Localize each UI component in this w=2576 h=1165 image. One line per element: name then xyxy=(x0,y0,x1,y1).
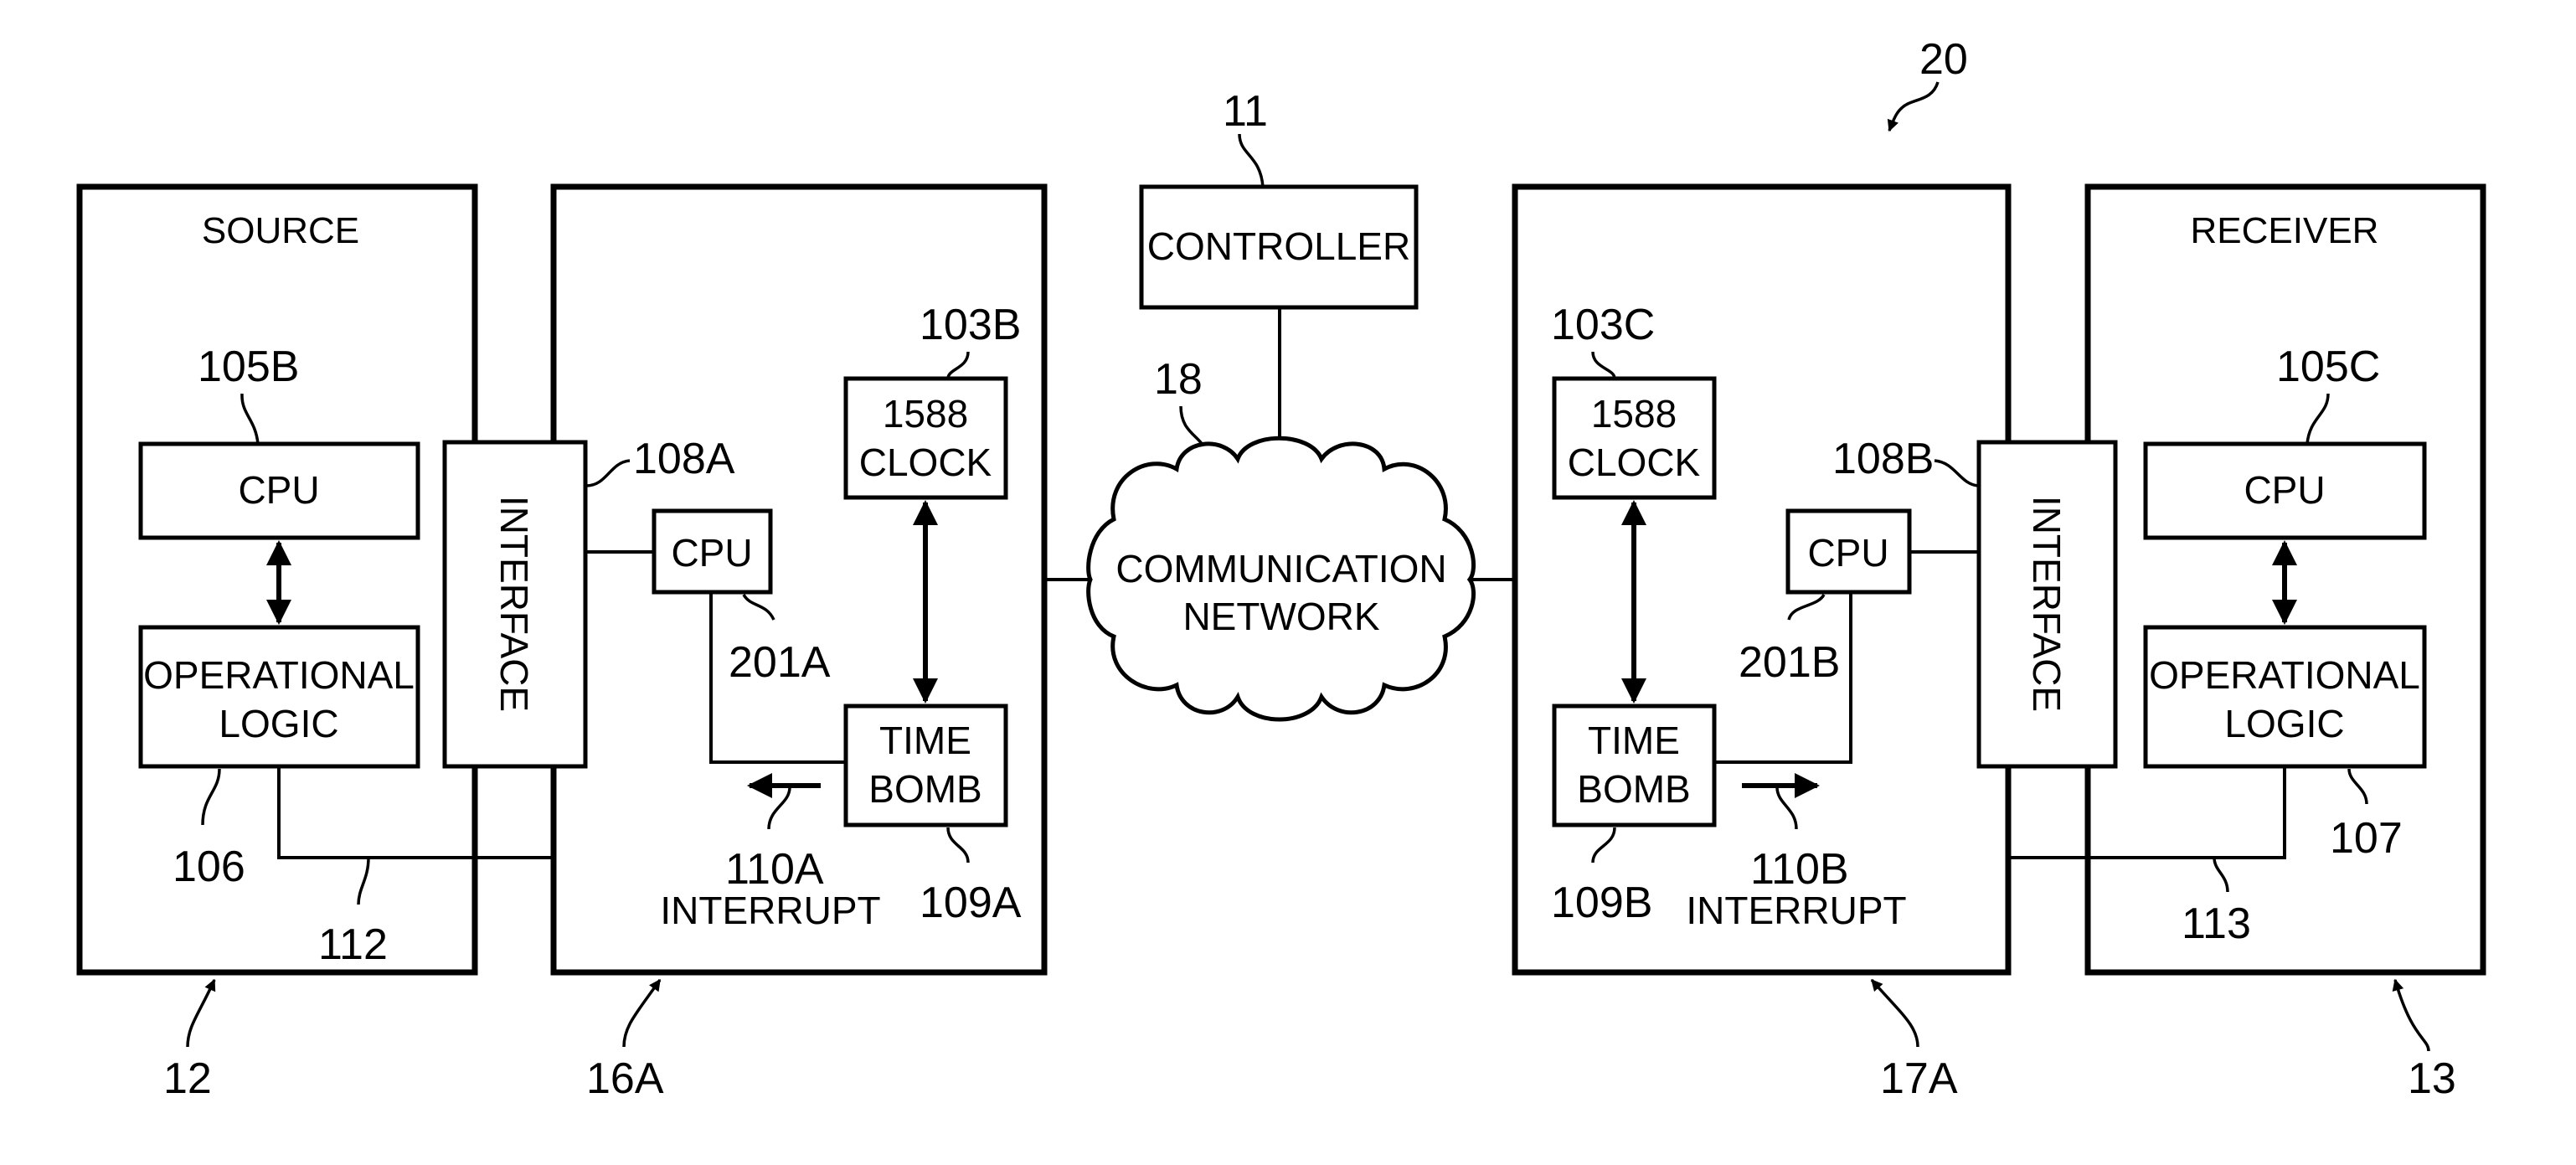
node-a-ref-arrow xyxy=(622,978,662,1048)
receiver-logic-label-line1: OPERATIONAL xyxy=(2149,653,2420,697)
node-a-clock-label-line2: CLOCK xyxy=(859,441,992,484)
interface-a-ref: 108A xyxy=(633,435,735,483)
node-b-cpu-label: CPU xyxy=(1807,531,1888,575)
system-ref-arrow xyxy=(1887,81,1940,132)
source-device: SOURCE 105B CPU OPERATIONAL LOGIC 106 11… xyxy=(76,183,478,1103)
node-b-interrupt-ref: 110B xyxy=(1750,845,1849,894)
node-a-ref: 16A xyxy=(586,1054,664,1103)
node-b-cpu-ref: 201B xyxy=(1739,638,1840,687)
source-logic-ref: 106 xyxy=(173,843,245,891)
interface-b-ref: 108B xyxy=(1832,435,1934,483)
node-a-cpu-label: CPU xyxy=(671,531,752,575)
node-a-clock-ref: 103B xyxy=(920,301,1021,349)
node-b-clock-label-line1: 1588 xyxy=(1591,392,1677,436)
receiver-title: RECEIVER xyxy=(2191,210,2379,251)
receiver-logic-label-line2: LOGIC xyxy=(2224,702,2344,745)
node-a-timebomb-label-line2: BOMB xyxy=(868,767,981,811)
receiver-device: RECEIVER 105C CPU OPERATIONAL LOGIC 107 … xyxy=(2084,183,2486,1103)
node-b-interrupt-label: INTERRUPT xyxy=(1686,889,1906,932)
receiver-cpu-label: CPU xyxy=(2244,468,2325,512)
patent-figure: 20 SOURCE 105B CPU OPERATIONAL LOGIC 106… xyxy=(76,35,2486,1103)
node-a-clock-label-line1: 1588 xyxy=(883,392,968,436)
node-b-clock-label-line2: CLOCK xyxy=(1568,441,1701,484)
node-b-ref-arrow xyxy=(1870,978,1919,1048)
node-b-timebomb-label-line2: BOMB xyxy=(1577,767,1690,811)
source-logic-label-line1: OPERATIONAL xyxy=(143,653,415,697)
receiver-ref: 13 xyxy=(2408,1054,2456,1103)
node-a-cpu-ref: 201A xyxy=(729,638,831,687)
receiver-ref-arrow xyxy=(2392,978,2430,1052)
node-b-ref: 17A xyxy=(1880,1054,1958,1103)
source-logic-box xyxy=(138,625,420,769)
system-ref-label: 20 xyxy=(1919,35,1968,84)
controller-leader xyxy=(1238,133,1265,188)
controller-ref: 11 xyxy=(1223,87,1268,136)
node-b-timebomb-ref: 109B xyxy=(1551,879,1652,927)
node-b-clock-ref: 103C xyxy=(1551,301,1655,349)
receiver-cpu-ref: 105C xyxy=(2276,343,2380,391)
source-title: SOURCE xyxy=(202,210,359,251)
network-label-line2: NETWORK xyxy=(1182,595,1379,638)
source-logic-label-line2: LOGIC xyxy=(219,702,338,745)
node-a-interrupt-label: INTERRUPT xyxy=(660,889,880,932)
network-ref: 18 xyxy=(1154,355,1203,404)
controller-label: CONTROLLER xyxy=(1147,224,1410,268)
network-label-line1: COMMUNICATION xyxy=(1115,547,1446,590)
interface-b-label: INTERFACE xyxy=(2025,496,2069,712)
interface-a-label: INTERFACE xyxy=(492,496,536,712)
source-ref-arrow xyxy=(186,978,216,1048)
node-b-timebomb-label-line1: TIME xyxy=(1588,719,1680,762)
node-a-timebomb-label-line1: TIME xyxy=(879,719,971,762)
node-a-interrupt-ref: 110A xyxy=(725,845,824,894)
receiver-logic-box xyxy=(2143,625,2427,769)
receiver-bus-ref: 113 xyxy=(2182,900,2251,948)
receiver-logic-ref: 107 xyxy=(2330,814,2403,863)
source-bus-ref: 112 xyxy=(318,920,388,969)
source-cpu-ref: 105B xyxy=(198,343,299,391)
node-a-timebomb-ref: 109A xyxy=(920,879,1022,927)
source-ref: 12 xyxy=(163,1054,212,1103)
source-cpu-label: CPU xyxy=(238,468,319,512)
